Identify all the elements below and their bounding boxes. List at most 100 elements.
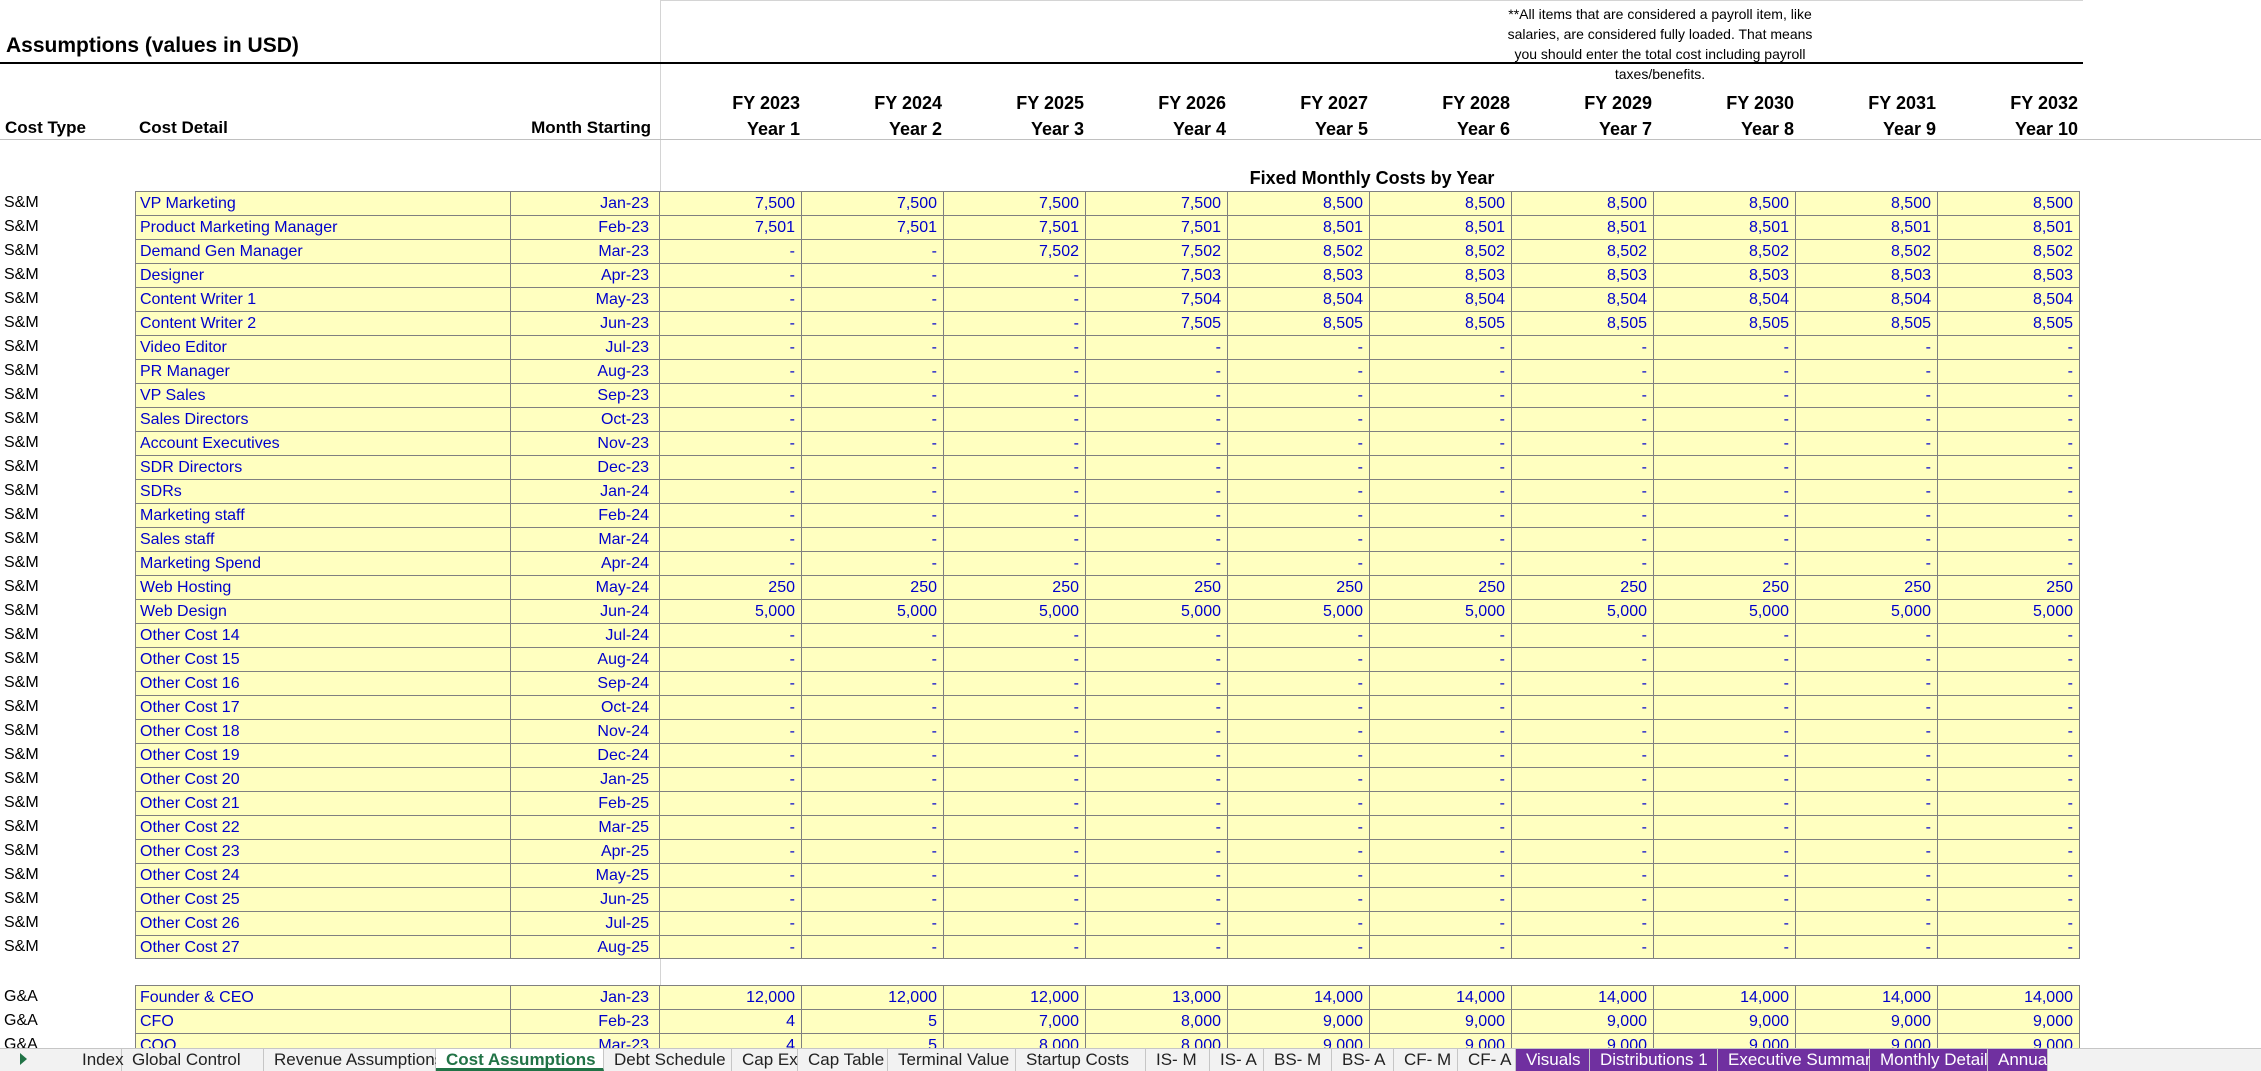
monthly-cost-cell[interactable]: 14,000 bbox=[1654, 985, 1796, 1009]
monthly-cost-cell[interactable]: - bbox=[660, 407, 802, 431]
monthly-cost-cell[interactable]: - bbox=[1796, 647, 1938, 671]
monthly-cost-cell[interactable]: - bbox=[1086, 383, 1228, 407]
monthly-cost-cell[interactable]: - bbox=[1938, 431, 2080, 455]
cost-detail-cell[interactable]: Other Cost 23 bbox=[135, 839, 511, 863]
cost-detail-cell[interactable]: Demand Gen Manager bbox=[135, 239, 511, 263]
monthly-cost-cell[interactable]: 5,000 bbox=[1086, 599, 1228, 623]
sheet-tab[interactable]: CF- A bbox=[1458, 1049, 1516, 1071]
cost-type-cell[interactable]: S&M bbox=[4, 815, 136, 839]
month-starting-cell[interactable]: Jan-23 bbox=[511, 985, 660, 1009]
monthly-cost-cell[interactable]: - bbox=[1086, 887, 1228, 911]
monthly-cost-cell[interactable]: 250 bbox=[1654, 575, 1796, 599]
monthly-cost-cell[interactable]: - bbox=[1086, 863, 1228, 887]
monthly-cost-cell[interactable]: - bbox=[660, 551, 802, 575]
monthly-cost-cell[interactable]: - bbox=[1654, 671, 1796, 695]
sheet-tab[interactable]: Debt Schedule bbox=[604, 1049, 732, 1071]
monthly-cost-cell[interactable]: - bbox=[1228, 455, 1370, 479]
cost-type-cell[interactable]: S&M bbox=[4, 239, 136, 263]
cost-type-cell[interactable]: S&M bbox=[4, 695, 136, 719]
monthly-cost-cell[interactable]: - bbox=[1654, 647, 1796, 671]
monthly-cost-cell[interactable]: - bbox=[1512, 479, 1654, 503]
monthly-cost-cell[interactable]: 8,505 bbox=[1654, 311, 1796, 335]
monthly-cost-cell[interactable]: - bbox=[1796, 503, 1938, 527]
monthly-cost-cell[interactable]: 7,500 bbox=[802, 191, 944, 215]
monthly-cost-cell[interactable]: - bbox=[660, 911, 802, 935]
monthly-cost-cell[interactable]: - bbox=[1938, 623, 2080, 647]
monthly-cost-cell[interactable]: - bbox=[1654, 479, 1796, 503]
month-starting-cell[interactable]: Feb-23 bbox=[511, 215, 660, 239]
monthly-cost-cell[interactable]: - bbox=[1654, 527, 1796, 551]
month-starting-cell[interactable]: Aug-24 bbox=[511, 647, 660, 671]
monthly-cost-cell[interactable]: 5,000 bbox=[1796, 599, 1938, 623]
monthly-cost-cell[interactable]: - bbox=[1654, 359, 1796, 383]
monthly-cost-cell[interactable]: 8,505 bbox=[1938, 311, 2080, 335]
monthly-cost-cell[interactable]: 7,503 bbox=[1086, 263, 1228, 287]
monthly-cost-cell[interactable]: - bbox=[1228, 935, 1370, 959]
monthly-cost-cell[interactable]: 8,504 bbox=[1512, 287, 1654, 311]
sheet-tab[interactable]: BS- M bbox=[1264, 1049, 1332, 1071]
monthly-cost-cell[interactable]: - bbox=[1938, 335, 2080, 359]
monthly-cost-cell[interactable]: - bbox=[1796, 911, 1938, 935]
monthly-cost-cell[interactable]: - bbox=[1654, 623, 1796, 647]
monthly-cost-cell[interactable]: - bbox=[1370, 503, 1512, 527]
monthly-cost-cell[interactable]: 8,501 bbox=[1370, 215, 1512, 239]
monthly-cost-cell[interactable]: - bbox=[1370, 863, 1512, 887]
cost-type-cell[interactable]: G&A bbox=[4, 985, 136, 1009]
monthly-cost-cell[interactable]: - bbox=[944, 527, 1086, 551]
cost-detail-cell[interactable]: Marketing Spend bbox=[135, 551, 511, 575]
sheet-tab[interactable]: Index bbox=[72, 1049, 124, 1071]
monthly-cost-cell[interactable]: - bbox=[802, 407, 944, 431]
monthly-cost-cell[interactable]: - bbox=[1228, 671, 1370, 695]
cost-detail-cell[interactable]: Marketing staff bbox=[135, 503, 511, 527]
monthly-cost-cell[interactable]: 8,503 bbox=[1370, 263, 1512, 287]
cost-detail-cell[interactable]: Web Hosting bbox=[135, 575, 511, 599]
monthly-cost-cell[interactable]: - bbox=[802, 839, 944, 863]
monthly-cost-cell[interactable]: - bbox=[944, 815, 1086, 839]
cost-type-cell[interactable]: S&M bbox=[4, 743, 136, 767]
month-starting-cell[interactable]: Jun-24 bbox=[511, 599, 660, 623]
sheet-tab[interactable]: Global Control bbox=[122, 1049, 264, 1071]
monthly-cost-cell[interactable]: - bbox=[1370, 335, 1512, 359]
monthly-cost-cell[interactable]: 14,000 bbox=[1938, 985, 2080, 1009]
monthly-cost-cell[interactable]: 9,000 bbox=[1228, 1033, 1370, 1048]
monthly-cost-cell[interactable]: 8,501 bbox=[1512, 215, 1654, 239]
monthly-cost-cell[interactable]: - bbox=[1512, 527, 1654, 551]
monthly-cost-cell[interactable]: - bbox=[944, 695, 1086, 719]
monthly-cost-cell[interactable]: 7,505 bbox=[1086, 311, 1228, 335]
monthly-cost-cell[interactable]: 9,000 bbox=[1654, 1033, 1796, 1048]
monthly-cost-cell[interactable]: 8,000 bbox=[1086, 1009, 1228, 1033]
monthly-cost-cell[interactable]: - bbox=[1654, 887, 1796, 911]
monthly-cost-cell[interactable]: 9,000 bbox=[1370, 1009, 1512, 1033]
monthly-cost-cell[interactable]: - bbox=[660, 695, 802, 719]
month-starting-cell[interactable]: Feb-25 bbox=[511, 791, 660, 815]
monthly-cost-cell[interactable]: - bbox=[1370, 431, 1512, 455]
monthly-cost-cell[interactable]: 9,000 bbox=[1512, 1009, 1654, 1033]
monthly-cost-cell[interactable]: 5,000 bbox=[660, 599, 802, 623]
cost-type-cell[interactable]: S&M bbox=[4, 527, 136, 551]
month-starting-cell[interactable]: Nov-24 bbox=[511, 719, 660, 743]
monthly-cost-cell[interactable]: 7,500 bbox=[660, 191, 802, 215]
cost-type-cell[interactable]: S&M bbox=[4, 455, 136, 479]
monthly-cost-cell[interactable]: 8,504 bbox=[1370, 287, 1512, 311]
monthly-cost-cell[interactable]: - bbox=[802, 743, 944, 767]
month-starting-cell[interactable]: Mar-25 bbox=[511, 815, 660, 839]
monthly-cost-cell[interactable]: - bbox=[1654, 719, 1796, 743]
monthly-cost-cell[interactable]: 250 bbox=[944, 575, 1086, 599]
monthly-cost-cell[interactable]: 8,504 bbox=[1938, 287, 2080, 311]
monthly-cost-cell[interactable]: - bbox=[1228, 647, 1370, 671]
monthly-cost-cell[interactable]: - bbox=[1086, 551, 1228, 575]
sheet-tab[interactable]: Cap Ex bbox=[732, 1049, 798, 1071]
cost-type-cell[interactable]: S&M bbox=[4, 551, 136, 575]
monthly-cost-cell[interactable]: - bbox=[1512, 935, 1654, 959]
monthly-cost-cell[interactable]: 9,000 bbox=[1512, 1033, 1654, 1048]
monthly-cost-cell[interactable]: - bbox=[660, 671, 802, 695]
monthly-cost-cell[interactable]: 8,503 bbox=[1512, 263, 1654, 287]
monthly-cost-cell[interactable]: - bbox=[1938, 839, 2080, 863]
monthly-cost-cell[interactable]: - bbox=[660, 335, 802, 359]
monthly-cost-cell[interactable]: - bbox=[1370, 647, 1512, 671]
monthly-cost-cell[interactable]: - bbox=[1228, 719, 1370, 743]
cost-detail-cell[interactable]: Other Cost 14 bbox=[135, 623, 511, 647]
monthly-cost-cell[interactable]: - bbox=[944, 311, 1086, 335]
cost-type-cell[interactable]: G&A bbox=[4, 1033, 136, 1048]
month-starting-cell[interactable]: Feb-24 bbox=[511, 503, 660, 527]
